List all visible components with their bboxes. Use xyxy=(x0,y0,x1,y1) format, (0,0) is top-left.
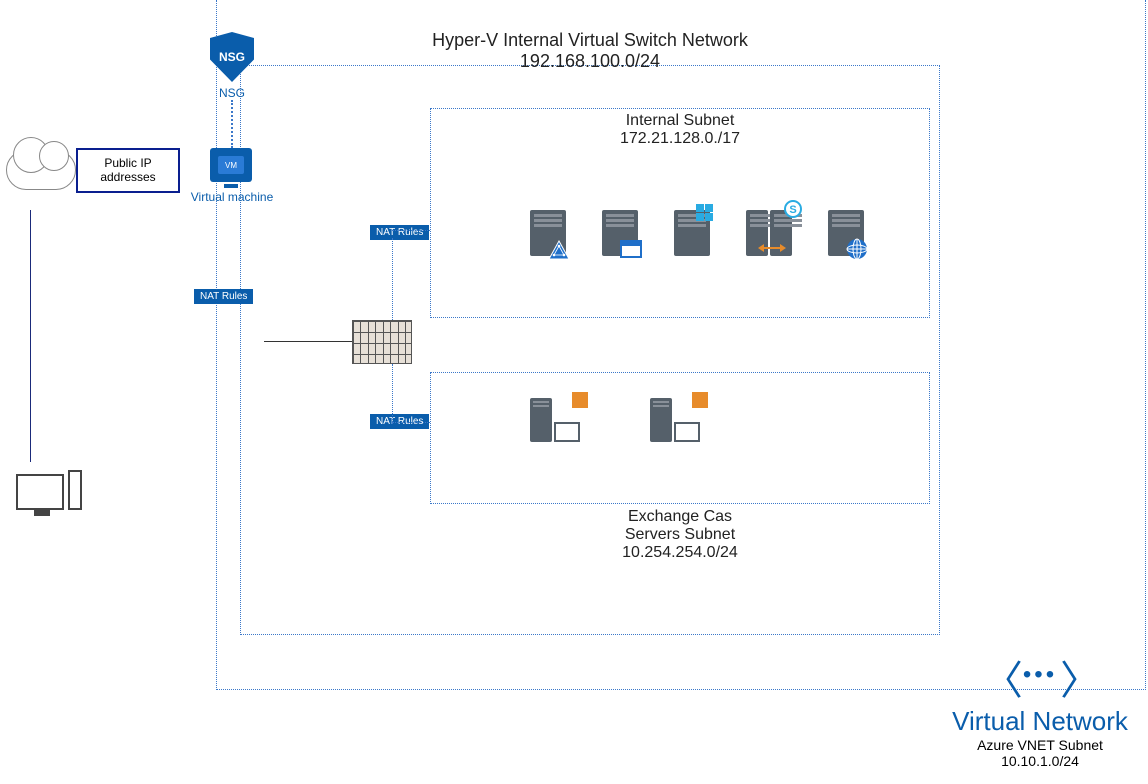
server-monitor-icon xyxy=(674,422,700,442)
vm-icon-inner: VM xyxy=(218,156,244,174)
exchange-subnet-title-block: Exchange Cas Servers Subnet 10.254.254.0… xyxy=(530,508,830,562)
hyperv-cidr: 192.168.100.0/24 xyxy=(340,51,840,72)
exchange-cidr: 10.254.254.0/24 xyxy=(530,544,830,562)
vm-icon: VM xyxy=(210,148,252,182)
public-ip-line1: Public IP xyxy=(88,156,168,170)
ad-triangle-icon xyxy=(548,240,570,260)
exchange-badge-icon xyxy=(572,392,588,408)
hyperv-network-title-block: Hyper-V Internal Virtual Switch Network … xyxy=(340,30,840,72)
public-ip-line2: addresses xyxy=(88,170,168,184)
vnet-title: Virtual Network xyxy=(940,706,1140,737)
firewall-up-dotted xyxy=(392,238,393,320)
vm-caption: Virtual machine xyxy=(182,190,282,204)
vnet-cidr: 10.10.1.0/24 xyxy=(940,753,1140,769)
nsg-shield-icon: NSG xyxy=(210,32,254,82)
internal-subnet-cidr: 172.21.128.0./17 xyxy=(530,130,830,148)
server-web xyxy=(828,210,864,256)
stub-to-internal xyxy=(392,230,430,231)
internal-subnet-title-block: Internal Subnet 172.21.128.0./17 xyxy=(530,112,830,148)
globe-icon xyxy=(846,238,868,260)
vnet-subtitle: Azure VNET Subnet xyxy=(940,737,1140,753)
nat-rules-label-1: NAT Rules xyxy=(370,225,429,240)
nsg-to-vm-line xyxy=(231,100,233,148)
bidir-arrow-icon xyxy=(758,242,786,254)
server-windows xyxy=(674,210,710,256)
public-ip-box: Public IP addresses xyxy=(76,148,180,193)
cloud-icon xyxy=(6,150,76,190)
vnet-icon: 〈•••〉 xyxy=(940,648,1140,706)
firewall-down-dotted xyxy=(392,364,393,424)
exchange-servers-row xyxy=(530,398,700,442)
app-window-icon xyxy=(620,240,642,258)
exchange-server-2 xyxy=(650,398,700,442)
stub-to-exchange xyxy=(392,422,430,423)
client-pc-group xyxy=(16,470,82,510)
cloud-to-client-line xyxy=(30,210,31,462)
server-edge-skype: S xyxy=(746,210,792,256)
skype-icon: S xyxy=(784,200,802,218)
vm-group: VM Virtual machine xyxy=(210,148,254,204)
firewall-icon xyxy=(352,320,412,364)
internal-servers-row: S xyxy=(530,210,864,256)
server-ad xyxy=(530,210,566,256)
exchange-badge-icon xyxy=(692,392,708,408)
client-tower-icon xyxy=(68,470,82,510)
exchange-title-2: Servers Subnet xyxy=(530,526,830,544)
hyperv-title: Hyper-V Internal Virtual Switch Network xyxy=(340,30,840,51)
internal-subnet-title: Internal Subnet xyxy=(530,112,830,130)
vnet-group: 〈•••〉 Virtual Network Azure VNET Subnet … xyxy=(940,648,1140,769)
client-monitor-icon xyxy=(16,474,64,510)
server-tower-icon xyxy=(530,398,552,442)
firewall-connector-line xyxy=(264,341,352,342)
nat-rules-label-2: NAT Rules xyxy=(194,289,253,304)
server-monitor-icon xyxy=(554,422,580,442)
exchange-server-1 xyxy=(530,398,580,442)
nsg-caption: NSG xyxy=(210,86,254,100)
windows-logo-icon xyxy=(696,204,714,222)
server-app xyxy=(602,210,638,256)
exchange-title-1: Exchange Cas xyxy=(530,508,830,526)
nsg-group: NSG NSG xyxy=(210,32,254,100)
server-tower-icon xyxy=(650,398,672,442)
